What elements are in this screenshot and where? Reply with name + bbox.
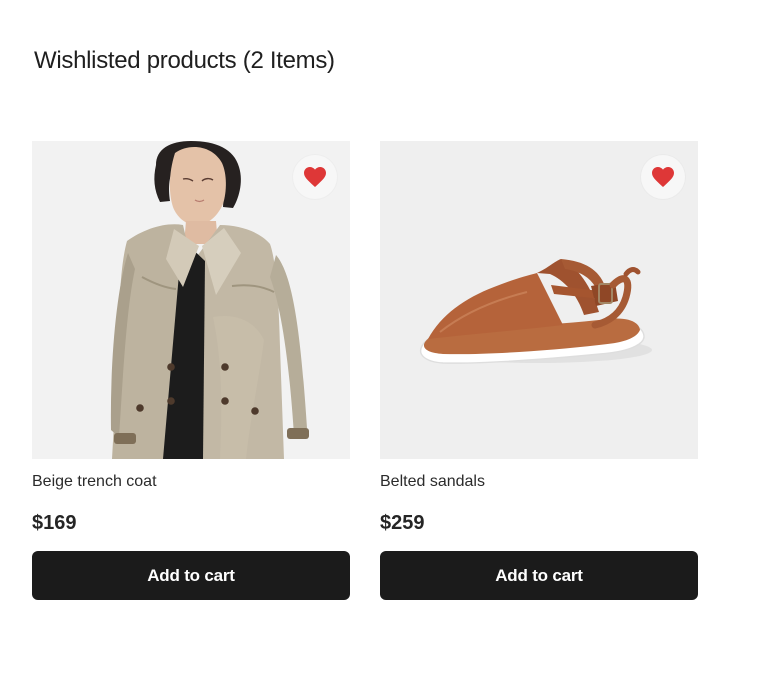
product-price: $169 — [32, 512, 77, 534]
product-name[interactable]: Beige trench coat — [32, 472, 350, 492]
product-card: Belted sandals $259 Add to cart — [380, 141, 698, 600]
add-to-cart-button[interactable]: Add to cart — [380, 551, 698, 600]
add-to-cart-button[interactable]: Add to cart — [32, 551, 350, 600]
heart-icon — [652, 167, 674, 187]
page-title: Wishlisted products (2 Items) — [34, 47, 335, 74]
wishlist-heart-button[interactable] — [293, 155, 337, 199]
product-name[interactable]: Belted sandals — [380, 472, 698, 492]
product-price: $259 — [380, 512, 425, 534]
wishlist-heart-button[interactable] — [641, 155, 685, 199]
product-image[interactable] — [32, 141, 350, 459]
product-card: Beige trench coat $169 Add to cart — [32, 141, 350, 600]
wishlist-grid: Beige trench coat $169 Add to cart Belte… — [32, 141, 698, 600]
product-image[interactable] — [380, 141, 698, 459]
heart-icon — [304, 167, 326, 187]
